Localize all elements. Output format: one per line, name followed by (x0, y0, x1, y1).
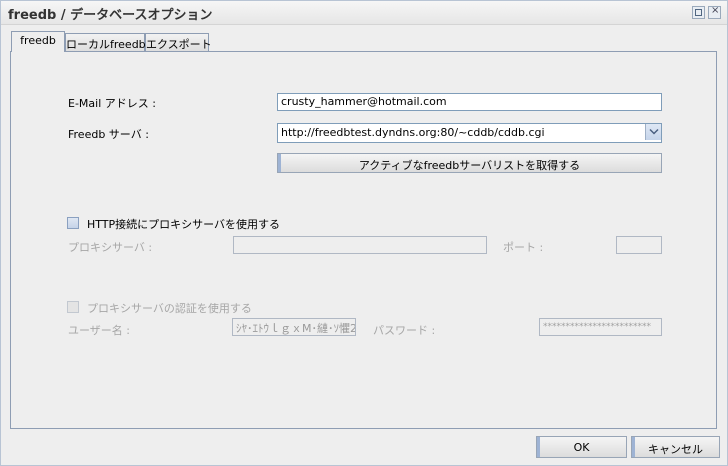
tab-local-freedb[interactable]: ローカルfreedb (65, 33, 146, 51)
ok-button[interactable]: OK (536, 436, 627, 458)
server-value: http://freedbtest.dyndns.org:80/~cddb/cd… (281, 126, 545, 139)
fetch-server-list-button[interactable]: アクティブなfreedbサーバリストを取得する (277, 153, 662, 173)
proxy-auth-checkbox[interactable] (67, 301, 79, 313)
email-field[interactable]: crusty_hammer@hotmail.com (277, 93, 662, 111)
proxy-auth-checkbox-label: プロキシサーバの認証を使用する (87, 302, 252, 315)
server-combobox[interactable]: http://freedbtest.dyndns.org:80/~cddb/cd… (277, 123, 662, 143)
restore-icon (695, 9, 702, 16)
email-label: E-Mail アドレス : (68, 97, 156, 110)
proxy-checkbox-label: HTTP接続にプロキシサーバを使用する (87, 218, 281, 231)
port-label: ポート : (503, 241, 544, 254)
proxy-checkbox[interactable] (67, 217, 79, 229)
tab-export[interactable]: エクスポート (145, 33, 212, 51)
password-input[interactable]: ************************ (539, 318, 662, 336)
close-icon: × (711, 5, 720, 16)
username-label: ユーザー名 : (68, 324, 130, 337)
password-label: パスワード : (373, 324, 436, 337)
proxy-server-input[interactable] (233, 236, 487, 254)
port-input[interactable] (616, 236, 662, 254)
window-title: freedb / データベースオプション (8, 8, 213, 23)
chevron-down-icon (649, 128, 659, 135)
close-window-button[interactable]: × (708, 6, 721, 19)
restore-window-button[interactable] (692, 6, 705, 19)
dropdown-button[interactable] (645, 124, 661, 140)
username-input[interactable]: ｼﾔ･ｴﾄｳｌｇｘM･縺･ｿ懼2 (232, 318, 356, 336)
tab-freedb[interactable]: freedb (11, 31, 65, 52)
proxy-server-label: プロキシサーバ : (68, 241, 153, 254)
cancel-button[interactable]: キャンセル (631, 436, 720, 458)
server-label: Freedb サーバ : (68, 128, 149, 141)
